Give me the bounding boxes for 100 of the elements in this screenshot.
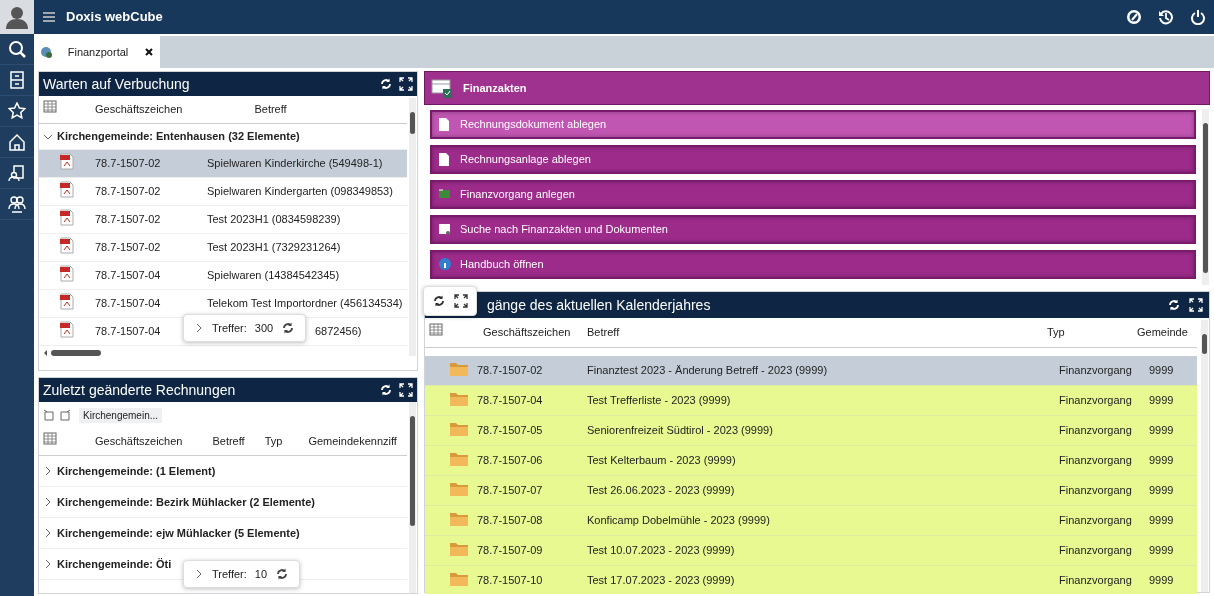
card-check-icon (431, 77, 453, 99)
pdf-icon (59, 208, 75, 226)
table-row[interactable]: 78.7-1507-02 Finanztest 2023 - Änderung Betreff - 2023 (9999) Finanzvorgang 9999 (425, 356, 1197, 386)
table-row[interactable]: 78.7-1507-09 Test 10.07.2023 - 2023 (9999) Finanzvorgang 9999 (425, 536, 1197, 566)
refresh-icon[interactable] (379, 383, 393, 397)
column-header[interactable]: Typ (244, 433, 283, 450)
table-row[interactable]: 78.7-1507-02 Spielwaren Kinderkirche (549498-1) (39, 150, 407, 178)
star-icon[interactable] (8, 102, 26, 120)
action-button[interactable]: Rechnungsanlage ablegen (430, 145, 1196, 174)
chevron-right-icon[interactable] (43, 466, 53, 476)
table-cell-text: Spielwaren Kindergarten (098349853) (207, 184, 393, 200)
group-row[interactable]: Kirchengemeinde: Bezirk Mühlacker (2 Elemente) (39, 487, 407, 518)
column-header[interactable]: Betreff (182, 433, 245, 450)
search-icon[interactable] (8, 40, 26, 58)
info-icon (438, 257, 452, 272)
table-cell-text: Test 10.07.2023 - 2023 (9999) (587, 543, 735, 559)
group-label: Kirchengemeinde: (1 Element) (57, 463, 216, 479)
table-cell-text: Finanzvorgang (1059, 543, 1132, 559)
table-cell-text: Test 17.07.2023 - 2023 (9999) (587, 573, 735, 589)
table-row[interactable]: 78.7-1507-02 Test 2023H1 (0834598239) (39, 206, 407, 234)
hit-count: 10 (254, 566, 268, 582)
document-icon (438, 117, 452, 132)
table-settings-icon[interactable] (43, 100, 57, 115)
table-row[interactable]: 78.7-1507-04 Test Trefferliste - 2023 (9999) Finanzvorgang 9999 (425, 386, 1197, 416)
group-row[interactable]: Kirchengemeinde: (1 Element) (39, 456, 407, 487)
hit-count-label: Treffer: (212, 566, 247, 582)
table-cell-text: Test 2023H1 (0834598239) (207, 212, 341, 228)
history-icon[interactable] (1158, 9, 1174, 25)
group-label: Kirchengemeinde: ejw Mühlacker (5 Elemente) (57, 525, 300, 541)
table-cell-text: Test 26.06.2023 - 2023 (9999) (587, 483, 735, 499)
column-header[interactable]: Gemeindekennziff (282, 433, 397, 450)
people-icon[interactable] (8, 195, 26, 213)
table-cell-text: Seniorenfreizeit Südtirol - 2023 (9999) (587, 423, 773, 439)
table-row[interactable]: 78.7-1507-08 Konficamp Dobelmühle - 2023 (9999) Finanzvorgang 9999 (425, 506, 1197, 536)
archive-icon[interactable] (8, 71, 26, 89)
column-header[interactable]: Betreff (587, 324, 1047, 341)
column-header[interactable]: Geschäftszeichen (81, 433, 183, 450)
table-cell-text: 78.7-1507-08 (477, 513, 543, 529)
table-row[interactable]: 78.7-1507-02 Spielwaren Kindergarten (098349853) (39, 178, 407, 206)
table-row[interactable]: 78.7-1507-06 Test Kelterbaum - 2023 (9999) Finanzvorgang 9999 (425, 446, 1197, 476)
scrollbar[interactable] (409, 98, 416, 356)
table-cell-text: 78.7-1507-02 (95, 184, 161, 200)
refresh-icon[interactable] (432, 294, 446, 308)
menu-icon[interactable] (42, 10, 56, 24)
chevron-right-icon[interactable] (43, 497, 53, 507)
chevron-right-icon[interactable] (43, 528, 53, 538)
table-cell-text: 78.7-1507-09 (477, 543, 543, 559)
scrollbar[interactable] (409, 402, 416, 593)
table-cell-text: 78.7-1507-02 (477, 363, 543, 379)
scrollbar[interactable] (1201, 320, 1208, 592)
table-cell-text: 78.7-1507-07 (477, 483, 543, 499)
table-cell-text: 78.7-1507-02 (95, 240, 161, 256)
action-button[interactable]: Suche nach Finanzakten und Dokumenten (430, 215, 1196, 244)
table-cell-text: 9999 (1149, 453, 1174, 469)
chevron-right-icon[interactable] (43, 559, 53, 569)
action-button[interactable]: Finanzvorgang anlegen (430, 180, 1196, 209)
refresh-icon[interactable] (379, 77, 393, 91)
action-button[interactable]: Rechnungsdokument ablegen (430, 110, 1196, 139)
table-cell-text: 78.7-1507-04 (95, 296, 161, 312)
hit-count: 300 (254, 320, 274, 336)
column-header[interactable]: Geschäftszeichen (477, 324, 587, 341)
power-icon[interactable] (1190, 9, 1206, 25)
table-row[interactable]: 78.7-1507-07 Test 26.06.2023 - 2023 (9999) Finanzvorgang 9999 (425, 476, 1197, 506)
tab[interactable]: Finanzportal (34, 36, 160, 68)
close-icon[interactable] (144, 47, 154, 57)
avatar-icon[interactable] (5, 5, 29, 29)
column-header[interactable]: Typ (1047, 324, 1137, 341)
table-cell-text: 78.7-1507-06 (477, 453, 543, 469)
column-header[interactable]: Geschäftszeichen (81, 101, 183, 118)
search-document-icon (438, 222, 452, 237)
table-row[interactable]: 78.7-1507-04 Spielwaren (14384542345) (39, 262, 407, 290)
table-settings-icon[interactable] (43, 432, 57, 447)
group-label: Kirchengemeinde: Öti (57, 556, 172, 572)
column-header[interactable]: Gemeinde (1137, 324, 1197, 341)
refresh-icon[interactable] (275, 567, 290, 581)
chevron-right-icon[interactable] (194, 323, 204, 333)
table-row[interactable]: 78.7-1507-05 Seniorenfreizeit Südtirol - 2023 (9999) Finanzvorgang 9999 (425, 416, 1197, 446)
table-cell-text: 9999 (1149, 483, 1174, 499)
table-row[interactable]: 78.7-1507-10 Test 17.07.2023 - 2023 (9999) Finanzvorgang 9999 (425, 566, 1197, 594)
chevron-right-icon[interactable] (194, 569, 204, 579)
table-row[interactable]: 78.7-1507-02 Test 2023H1 (7329231264) (39, 234, 407, 262)
table-settings-icon[interactable] (429, 323, 443, 338)
action-button[interactable]: Handbuch öffnen (430, 250, 1196, 279)
table-cell-text: Finanzvorgang (1059, 573, 1132, 589)
column-header[interactable]: Betreff (182, 101, 287, 118)
pdf-icon (59, 236, 75, 254)
table-cell-text: 9999 (1149, 543, 1174, 559)
table-cell-text: 78.7-1507-04 (95, 324, 161, 340)
group-filter[interactable]: Kirchengemein... (79, 407, 163, 423)
scrollbar[interactable] (1202, 109, 1209, 285)
expand-icon[interactable] (454, 294, 468, 308)
table-cell-text: 9999 (1149, 393, 1174, 409)
horizontal-scrollbar[interactable] (43, 349, 103, 357)
refresh-icon[interactable] (1167, 298, 1181, 312)
document-user-icon[interactable] (8, 164, 26, 182)
table-cell-text: 78.7-1507-05 (477, 423, 543, 439)
refresh-icon[interactable] (281, 321, 296, 335)
home-icon[interactable] (8, 133, 26, 151)
group-row[interactable]: Kirchengemeinde: ejw Mühlacker (5 Elemente) (39, 518, 407, 549)
table-cell-text: Konficamp Dobelmühle - 2023 (9999) (587, 513, 770, 529)
